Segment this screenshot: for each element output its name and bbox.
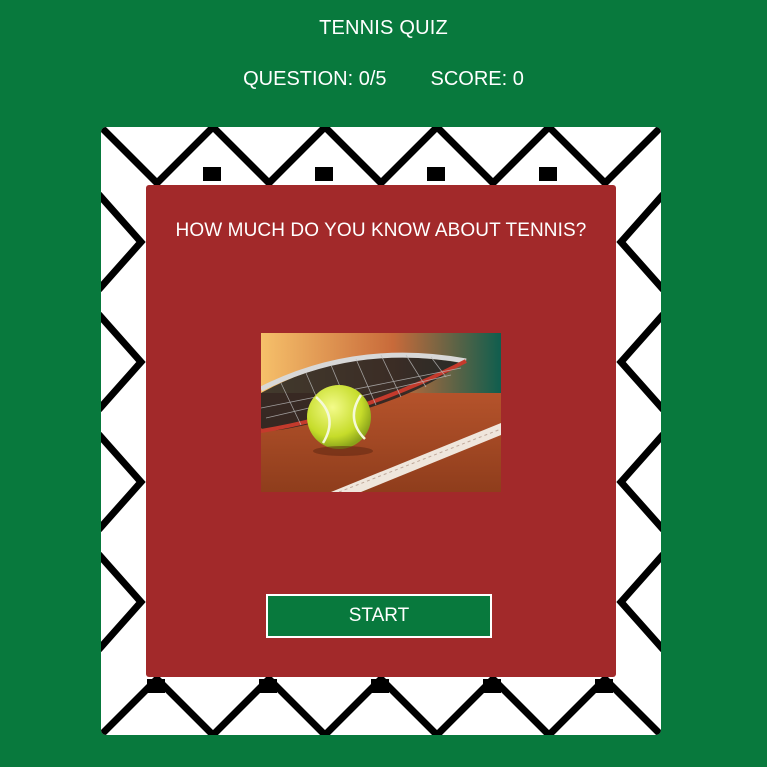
- question-counter: QUESTION: 0/5: [243, 68, 387, 90]
- start-button[interactable]: START: [266, 594, 492, 638]
- app-title: TENNIS QUIZ: [319, 17, 448, 39]
- quiz-intro-card: HOW MUCH DO YOU KNOW ABOUT TENNIS? START: [146, 185, 616, 677]
- quiz-question-heading: HOW MUCH DO YOU KNOW ABOUT TENNIS?: [175, 220, 587, 241]
- score-counter: SCORE: 0: [430, 68, 524, 90]
- tennis-ball-racket-image: [261, 333, 501, 492]
- quiz-status-bar: QUESTION: 0/5 SCORE: 0: [0, 68, 767, 91]
